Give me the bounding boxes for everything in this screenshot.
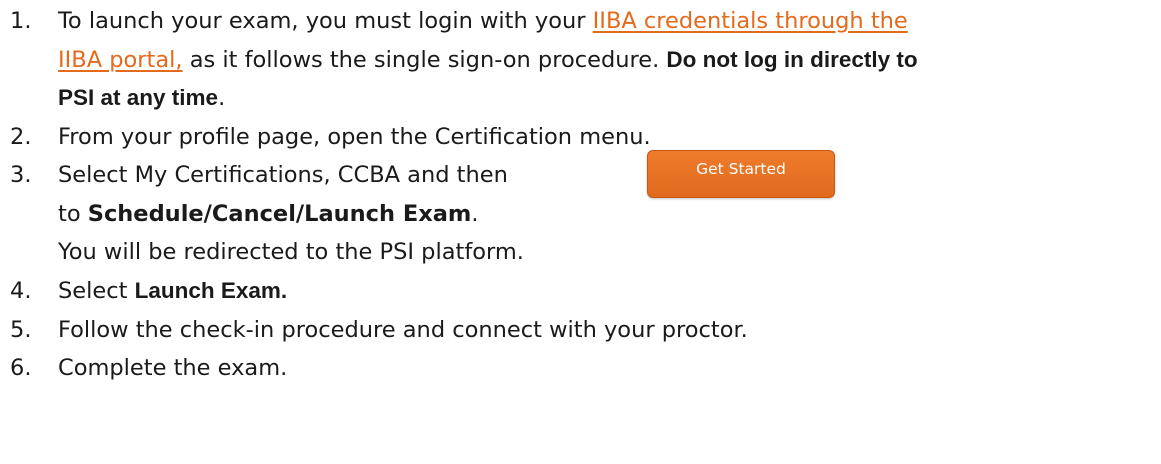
step-2-text: From your profile page, open the Certifi… (58, 124, 651, 150)
get-started-button[interactable]: Get Started (647, 150, 835, 198)
iiba-portal-link[interactable]: IIBA portal, (58, 47, 183, 73)
step-3-text: Select My Certifications, CCBA and then (58, 162, 508, 188)
step-3-to: to (58, 201, 88, 227)
step-number: 6. (10, 355, 32, 381)
instruction-steps: 1. To launch your exam, you must login w… (0, 0, 1161, 464)
step-4-launch-exam: Launch Exam. (134, 278, 288, 303)
step-3-period: . (471, 201, 479, 227)
step-1-text: To launch your exam, you must login with… (58, 8, 593, 34)
step-number: 5. (10, 317, 32, 343)
step-6-text: Complete the exam. (58, 355, 288, 381)
step-4-text: Select (58, 278, 135, 304)
step-5-text: Follow the check-in procedure and connec… (58, 317, 748, 343)
iiba-credentials-link[interactable]: IIBA credentials through the (593, 8, 908, 34)
step-number: 2. (10, 124, 32, 150)
step-3-redirect-note: You will be redirected to the PSI platfo… (58, 239, 524, 265)
step-number: 4. (10, 278, 32, 304)
step-number: 1. (10, 8, 32, 34)
step-number: 3. (10, 162, 32, 188)
step-1-warning: Do not log in directly to (666, 47, 918, 72)
step-1-period: . (218, 85, 226, 111)
step-1-text: as it follows the single sign-on procedu… (182, 47, 667, 73)
step-1-warning-end: PSI at any time (58, 85, 219, 110)
step-3-action: Schedule/Cancel/Launch Exam (87, 201, 472, 227)
